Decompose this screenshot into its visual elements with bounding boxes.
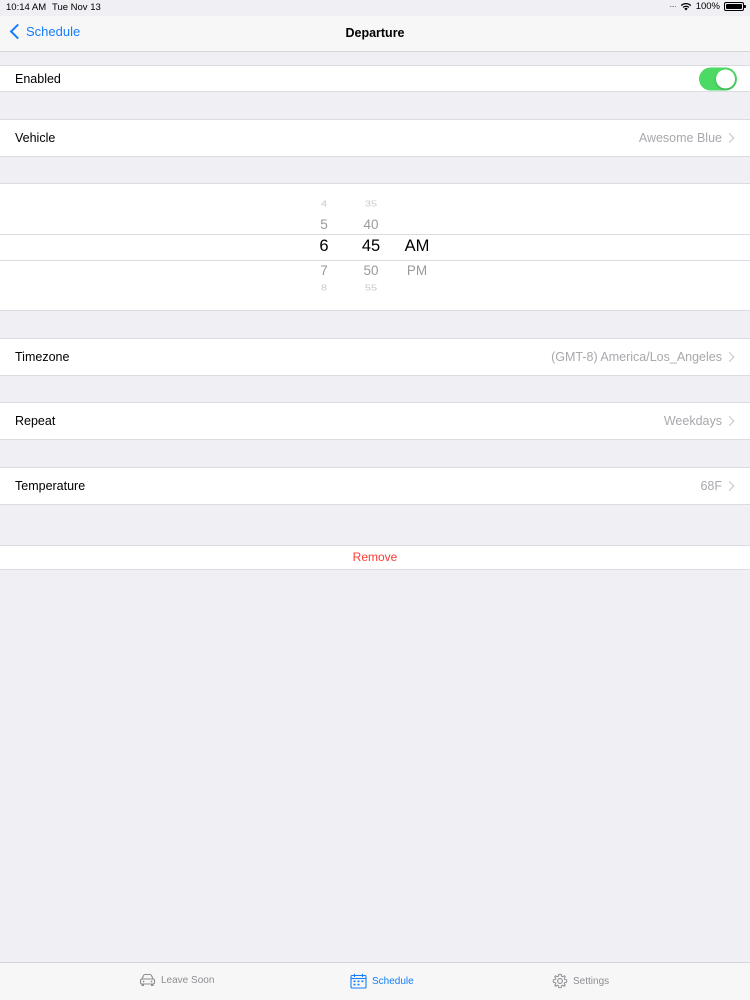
gear-icon — [552, 973, 568, 989]
enabled-toggle[interactable] — [699, 67, 737, 90]
temperature-value: 68F — [700, 479, 722, 493]
ampm-wheel[interactable]: AM PM — [397, 184, 437, 310]
hour-option: 4 — [320, 199, 328, 209]
enabled-label: Enabled — [15, 71, 61, 86]
toggle-knob — [716, 69, 735, 88]
vehicle-row[interactable]: Vehicle Awesome Blue — [0, 119, 750, 157]
page-title: Departure — [345, 26, 405, 40]
battery-icon — [724, 2, 746, 11]
minute-wheel[interactable]: 35 40 45 50 55 — [351, 184, 391, 310]
tab-schedule-label: Schedule — [372, 975, 414, 987]
minute-option: 35 — [364, 199, 378, 209]
repeat-label: Repeat — [15, 414, 56, 428]
tab-leave-soon[interactable]: Leave Soon — [139, 973, 214, 987]
temperature-label: Temperature — [15, 479, 86, 493]
vehicle-label: Vehicle — [15, 131, 56, 145]
ampm-option-selected: AM — [404, 237, 430, 255]
hour-option-selected: 6 — [319, 237, 329, 255]
time-picker[interactable]: 4 5 6 7 8 35 40 45 50 55 AM PM — [0, 183, 750, 311]
repeat-value: Weekdays — [663, 414, 722, 428]
signal-icon: ···· — [669, 2, 677, 11]
minute-option: 40 — [363, 217, 379, 232]
timezone-row[interactable]: Timezone (GMT-8) America/Los_Angeles — [0, 338, 750, 376]
remove-button[interactable]: Remove — [0, 545, 750, 570]
hour-option: 7 — [320, 263, 328, 278]
hour-option: 5 — [320, 217, 328, 232]
chevron-right-icon — [724, 352, 735, 362]
tab-bar: Leave Soon Schedule Settings — [0, 962, 750, 1000]
tab-leave-soon-label: Leave Soon — [161, 974, 215, 986]
timezone-value: (GMT-8) America/Los_Angeles — [551, 350, 722, 364]
wifi-icon — [680, 2, 691, 11]
status-time: 10:14 AM — [6, 2, 47, 13]
chevron-right-icon — [724, 481, 735, 491]
tab-settings[interactable]: Settings — [552, 973, 609, 989]
navigation-bar: Schedule Departure — [0, 16, 750, 52]
timezone-label: Timezone — [15, 350, 70, 364]
minute-option: 50 — [363, 263, 379, 278]
tab-settings-label: Settings — [573, 975, 610, 987]
hour-wheel[interactable]: 4 5 6 7 8 — [304, 184, 344, 310]
repeat-row[interactable]: Repeat Weekdays — [0, 402, 750, 440]
car-icon — [139, 973, 156, 986]
status-date: Tue Nov 13 — [52, 2, 101, 13]
status-bar: 10:14 AM Tue Nov 13 ···· 100% — [0, 0, 750, 16]
vehicle-value: Awesome Blue — [638, 131, 722, 145]
minute-option-selected: 45 — [361, 237, 381, 255]
temperature-row[interactable]: Temperature 68F — [0, 467, 750, 505]
ampm-option: PM — [406, 263, 428, 278]
chevron-right-icon — [724, 133, 735, 143]
enabled-row: Enabled — [0, 65, 750, 92]
chevron-right-icon — [724, 416, 735, 426]
battery-percent: 100% — [695, 1, 720, 12]
calendar-icon — [350, 973, 367, 989]
minute-option: 55 — [364, 283, 378, 293]
tab-schedule[interactable]: Schedule — [350, 973, 414, 989]
hour-option: 8 — [320, 283, 328, 293]
status-right: ···· 100% — [669, 1, 746, 12]
